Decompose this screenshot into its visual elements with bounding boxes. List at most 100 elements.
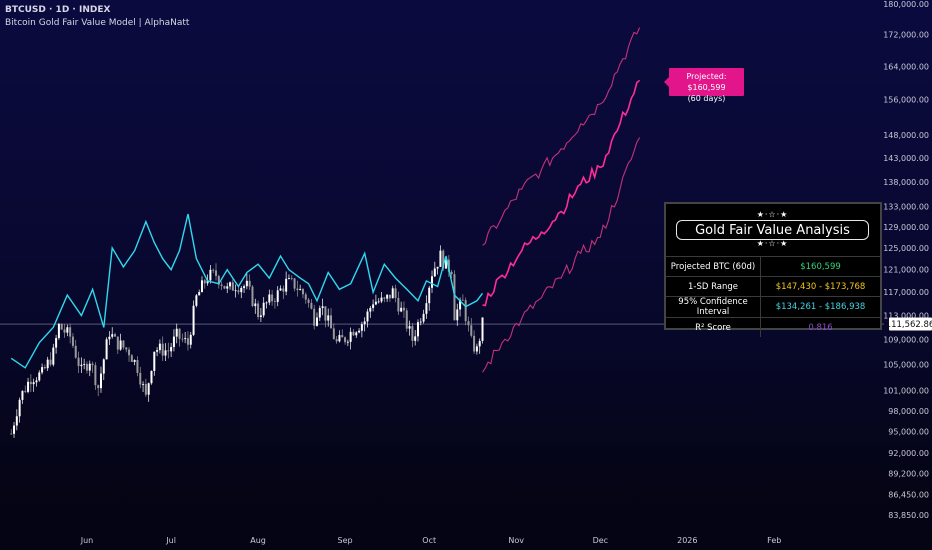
time-axis[interactable]: Jun Jul Aug Sep Oct Nov Dec 2026 Feb xyxy=(80,536,782,545)
candle-body xyxy=(470,325,473,336)
x-tick-label: Feb xyxy=(767,536,781,545)
candle-body xyxy=(220,284,223,286)
candle-body xyxy=(186,338,189,345)
candle-body xyxy=(116,336,119,350)
candle-body xyxy=(310,302,313,309)
callout-line2: (60 days) xyxy=(687,94,726,103)
projection-lower-band xyxy=(482,137,641,373)
candle-body xyxy=(324,306,327,321)
candle-body xyxy=(428,287,431,304)
candle-body xyxy=(29,381,32,385)
candle-body xyxy=(136,360,139,373)
candle-body xyxy=(335,339,338,342)
candle-body xyxy=(358,330,361,333)
candle-body xyxy=(192,305,195,335)
candle-body xyxy=(122,340,125,348)
fair-value-line xyxy=(10,213,484,369)
candle-body xyxy=(97,385,100,389)
projection-line xyxy=(482,79,641,307)
candle-body xyxy=(203,280,206,284)
candle-body xyxy=(181,338,184,340)
x-tick-label: Jun xyxy=(80,536,94,545)
candle-body xyxy=(419,321,422,323)
candle-body xyxy=(147,383,150,395)
candle-body xyxy=(248,280,251,287)
candle-body xyxy=(439,250,442,267)
y-tick-label: 138,000.00 xyxy=(883,178,929,187)
table-row: 95% Confidence Interval $134,261 - $186,… xyxy=(666,296,880,318)
candle-body xyxy=(108,336,111,340)
candle-body xyxy=(170,346,173,352)
candle-body xyxy=(377,301,380,303)
chart-legend: BTCUSD · 1D · INDEX Bitcoin Gold Fair Va… xyxy=(5,4,189,30)
svg-text:111,562.86: 111,562.86 xyxy=(886,320,932,330)
candle-body xyxy=(344,337,347,343)
candle-body xyxy=(391,288,394,299)
y-tick-label: 148,000.00 xyxy=(883,131,929,140)
y-tick-label: 105,000.00 xyxy=(883,361,929,370)
candle-body xyxy=(265,302,268,304)
indicator-title[interactable]: Bitcoin Gold Fair Value Model | AlphaNat… xyxy=(5,17,189,30)
candle-body xyxy=(453,274,456,321)
x-tick-label: Jul xyxy=(165,536,176,545)
candle-body xyxy=(15,416,18,426)
candle-body xyxy=(243,286,246,288)
candle-body xyxy=(301,289,304,295)
y-tick-label: 101,000.00 xyxy=(883,387,929,396)
row-label: 95% Confidence Interval xyxy=(666,296,761,318)
panel-header: ★·☆·★ Gold Fair Value Analysis ★·☆·★ xyxy=(676,210,869,248)
candle-body xyxy=(99,373,102,389)
y-tick-label: 83,850.00 xyxy=(888,511,929,520)
candle-body xyxy=(299,289,302,291)
candle-body xyxy=(450,271,453,275)
price-axis[interactable]: 180,000.00 172,000.00 164,000.00 156,000.00… xyxy=(883,0,929,520)
y-tick-label: 133,000.00 xyxy=(883,202,929,211)
candle-body xyxy=(13,425,16,434)
star-decoration-top: ★·☆·★ xyxy=(756,210,789,219)
candle-body xyxy=(386,294,389,299)
candle-body xyxy=(245,280,248,287)
y-tick-label: 95,000.00 xyxy=(888,428,929,437)
candle-body xyxy=(285,278,288,292)
y-tick-label: 143,000.00 xyxy=(883,154,929,163)
candle-body xyxy=(66,327,69,333)
candle-body xyxy=(400,307,403,312)
candle-body xyxy=(411,326,414,341)
candle-body xyxy=(341,335,344,338)
row-label: R² Score xyxy=(666,317,761,337)
candle-body xyxy=(130,355,133,362)
candle-body xyxy=(240,287,243,293)
y-tick-label: 180,000.00 xyxy=(883,0,929,9)
candle-body xyxy=(55,338,58,348)
x-tick-label: Aug xyxy=(250,536,266,545)
candle-body xyxy=(360,324,363,331)
candle-body xyxy=(102,359,105,374)
candle-body xyxy=(172,336,175,347)
candle-body xyxy=(57,323,60,339)
candle-body xyxy=(128,349,131,356)
y-tick-label: 156,000.00 xyxy=(883,96,929,105)
candle-body xyxy=(416,322,419,337)
candle-body xyxy=(119,340,122,350)
candle-body xyxy=(164,350,167,356)
candle-body xyxy=(296,288,299,291)
candle-body xyxy=(184,338,187,340)
candle-body xyxy=(74,345,77,358)
candle-body xyxy=(425,303,428,314)
candle-body xyxy=(24,390,27,392)
candle-body xyxy=(237,290,240,293)
candle-body xyxy=(422,313,425,322)
candle-body xyxy=(161,343,164,356)
candle-body xyxy=(380,297,383,302)
candle-body xyxy=(405,310,408,329)
candle-body xyxy=(178,328,181,339)
star-decoration-bottom: ★·☆·★ xyxy=(756,239,789,248)
analysis-panel: ★·☆·★ Gold Fair Value Analysis ★·☆·★ Pro… xyxy=(664,202,882,337)
candle-body xyxy=(80,364,83,367)
x-tick-label: 2026 xyxy=(677,536,697,545)
symbol-title[interactable]: BTCUSD · 1D · INDEX xyxy=(5,4,189,17)
candle-body xyxy=(209,269,212,281)
candle-body xyxy=(88,363,91,371)
candle-body xyxy=(414,336,417,341)
candle-body xyxy=(27,381,30,392)
